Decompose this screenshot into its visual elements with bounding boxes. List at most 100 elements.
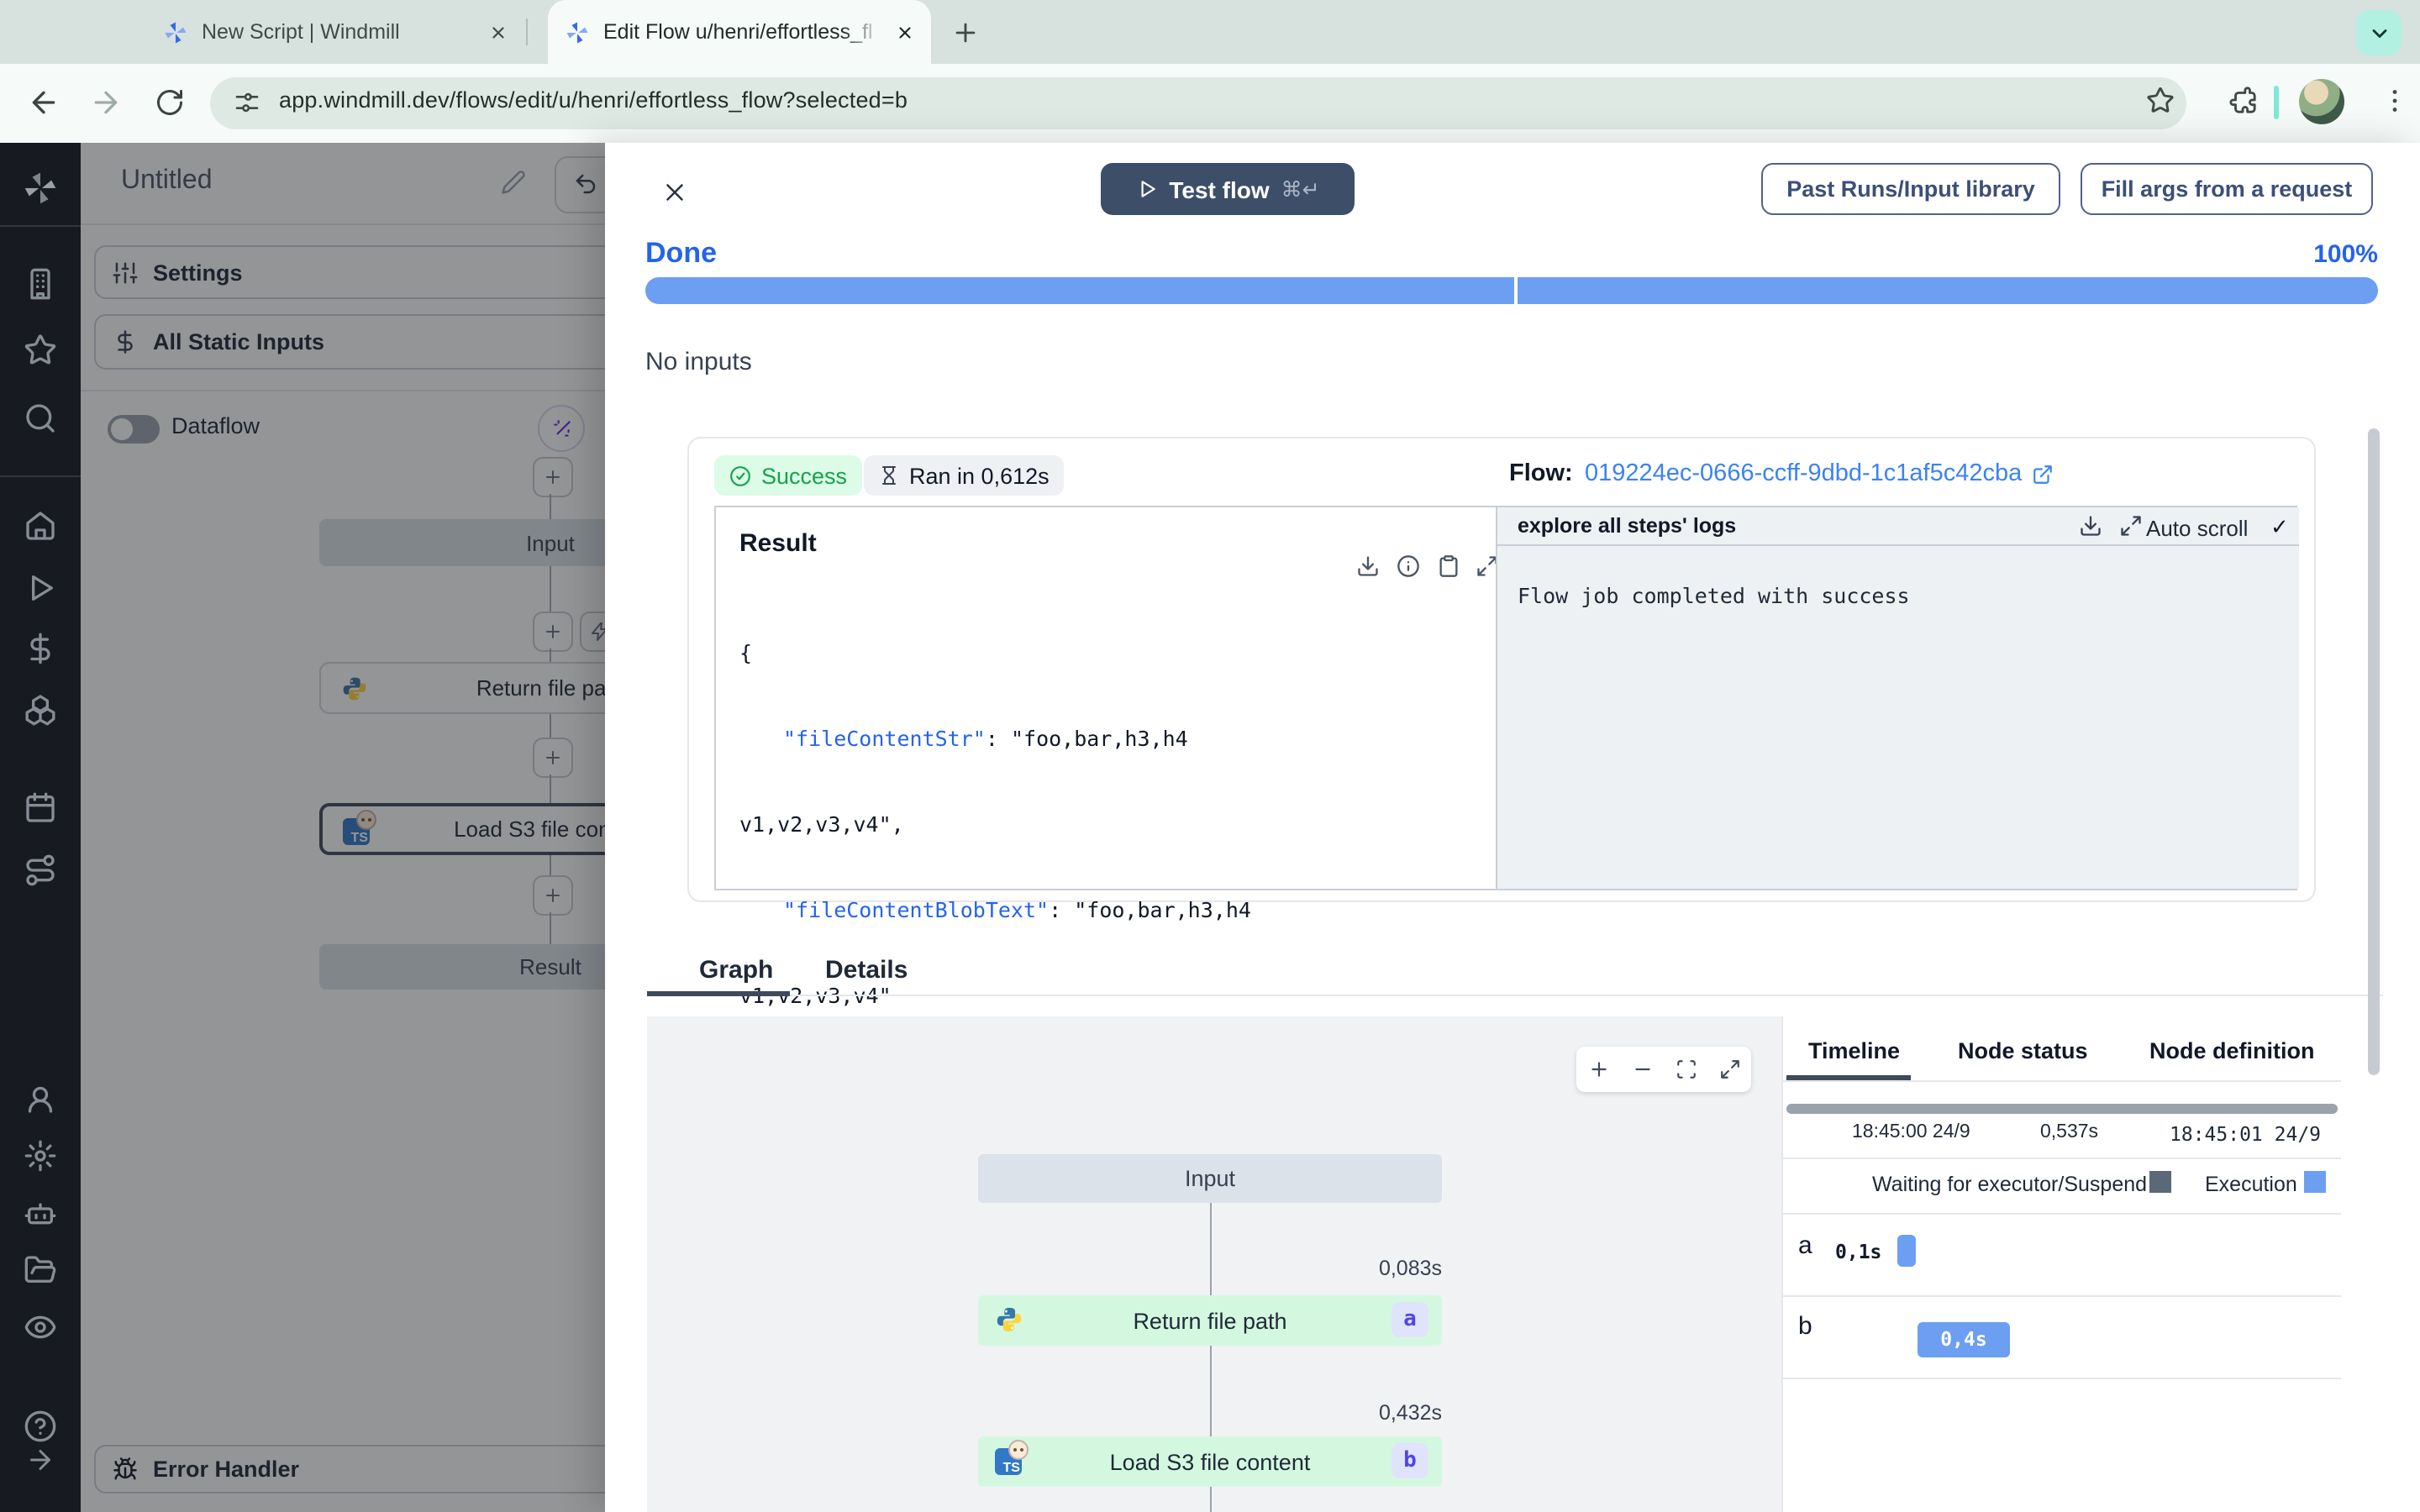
timeline-start: 18:45:00 24/9 bbox=[1852, 1122, 1970, 1142]
test-flow-button[interactable]: Test flow ⌘↵ bbox=[1101, 163, 1355, 215]
auto-scroll-check[interactable]: ✓ bbox=[2270, 514, 2289, 541]
sidebar-item-help[interactable] bbox=[24, 1410, 57, 1443]
hourglass-icon bbox=[882, 466, 896, 485]
check-circle-icon bbox=[730, 465, 750, 486]
result-pane: Result { "fileContentStr": "foo,bar,h3,h… bbox=[716, 507, 1497, 1094]
graph-node-b[interactable]: TS Load S3 file content b bbox=[978, 1436, 1442, 1487]
site-settings-icon[interactable] bbox=[234, 89, 260, 116]
divider bbox=[1783, 1158, 2341, 1159]
browser-tab-new-script[interactable]: New Script | Windmill bbox=[146, 0, 524, 64]
browser-tab-edit-flow[interactable]: Edit Flow u/henri/effortless_fl bbox=[548, 0, 931, 64]
fill-args-button[interactable]: Fill args from a request bbox=[2081, 163, 2373, 215]
modal-dim-overlay[interactable] bbox=[81, 143, 605, 1512]
browser-menu-icon[interactable] bbox=[2380, 86, 2410, 116]
windmill-logo-icon bbox=[165, 21, 187, 43]
log-text: Flow job completed with success bbox=[1518, 583, 1910, 608]
tab-node-definition[interactable]: Node definition bbox=[2149, 1038, 2315, 1063]
copy-clipboard-icon[interactable] bbox=[1437, 554, 1460, 578]
tab-timeline[interactable]: Timeline bbox=[1808, 1038, 1900, 1063]
sidebar-item-schedules[interactable] bbox=[24, 791, 57, 825]
profile-avatar[interactable] bbox=[2299, 79, 2344, 124]
past-runs-button[interactable]: Past Runs/Input library bbox=[1761, 163, 2060, 215]
drawer-scrollbar[interactable] bbox=[2368, 428, 2380, 1075]
sidebar-item-folders[interactable] bbox=[24, 1253, 57, 1287]
tab-title: Edit Flow u/henri/effortless_fl bbox=[603, 20, 882, 44]
reload-button[interactable] bbox=[155, 87, 185, 118]
sidebar-item-runs[interactable] bbox=[24, 571, 57, 605]
close-drawer-button[interactable] bbox=[660, 178, 689, 207]
tabs-rule bbox=[1783, 1080, 2341, 1082]
progress-bar bbox=[645, 277, 2378, 304]
typescript-bun-icon: TS bbox=[995, 1440, 1028, 1475]
fullscreen-icon[interactable] bbox=[1718, 1058, 1740, 1080]
divider bbox=[1783, 1295, 2341, 1297]
graph-node-input[interactable]: Input bbox=[978, 1154, 1442, 1203]
zoom-out-icon[interactable] bbox=[1631, 1058, 1653, 1080]
node-id-badge: b bbox=[1392, 1443, 1428, 1478]
node-label: Input bbox=[1184, 1166, 1236, 1191]
close-icon[interactable] bbox=[896, 23, 914, 41]
status-badge-label: Success bbox=[761, 463, 848, 488]
auto-scroll-label[interactable]: Auto scroll bbox=[2146, 516, 2248, 541]
toolbar-divider bbox=[2274, 86, 2279, 119]
flow-id-label: Flow: bbox=[1509, 460, 1573, 487]
no-inputs-text: No inputs bbox=[645, 348, 752, 376]
flow-graph-canvas[interactable]: Input 0,083s Return file path a 0,432s T… bbox=[647, 1016, 1781, 1512]
extensions-icon[interactable] bbox=[2228, 86, 2257, 114]
new-tab-button[interactable] bbox=[946, 13, 983, 50]
sidebar-item-triggers[interactable] bbox=[24, 853, 57, 887]
execution-bar bbox=[1897, 1235, 1916, 1267]
forward-button[interactable] bbox=[89, 86, 123, 119]
flow-id-link[interactable]: 019224ec-0666-ccff-9dbd-1c1af5c42cba bbox=[1585, 460, 2054, 487]
tab-details[interactable]: Details bbox=[825, 956, 908, 984]
node-label: Load S3 file content bbox=[1109, 1449, 1311, 1474]
row-label: b bbox=[1798, 1312, 1812, 1341]
duration-badge: Ran in 0,612s bbox=[864, 455, 1065, 496]
windmill-logo-icon[interactable] bbox=[22, 170, 59, 207]
tab-node-status[interactable]: Node status bbox=[1958, 1038, 2088, 1063]
sidebar-divider bbox=[0, 475, 81, 477]
windmill-app: Untitled Settings All Static Inputs Data… bbox=[0, 143, 2420, 1512]
back-button[interactable] bbox=[27, 86, 60, 119]
zoom-in-icon[interactable] bbox=[1587, 1058, 1609, 1080]
logs-pane: explore all steps' logs Auto scroll ✓ Fl… bbox=[1496, 507, 2299, 889]
fit-view-icon[interactable] bbox=[1675, 1058, 1697, 1080]
play-icon bbox=[1140, 181, 1155, 197]
sidebar-item-search[interactable] bbox=[24, 402, 57, 435]
browser-toolbar: app.windmill.dev/flows/edit/u/henri/effo… bbox=[0, 64, 2420, 144]
sidebar-item-favorites[interactable] bbox=[24, 333, 57, 366]
json-line: "fileContentBlobText": "foo,bar,h3,h4 bbox=[783, 897, 1251, 922]
status-text: Done bbox=[645, 237, 717, 269]
download-icon[interactable] bbox=[1356, 554, 1380, 578]
logs-header: explore all steps' logs Auto scroll ✓ bbox=[1497, 507, 2299, 546]
logs-header-title[interactable]: explore all steps' logs bbox=[1518, 514, 1736, 538]
close-icon[interactable] bbox=[489, 23, 508, 41]
sidebar-item-variables[interactable] bbox=[24, 632, 57, 665]
past-runs-label: Past Runs/Input library bbox=[1786, 176, 2035, 202]
legend-execution-label: Execution bbox=[2205, 1173, 2297, 1196]
sidebar-item-users[interactable] bbox=[24, 1082, 57, 1116]
url-text[interactable]: app.windmill.dev/flows/edit/u/henri/effo… bbox=[279, 87, 908, 113]
duration-badge-label: Ran in 0,612s bbox=[909, 463, 1050, 488]
sidebar-item-workers[interactable] bbox=[24, 1196, 57, 1230]
tab-search-button[interactable] bbox=[2356, 10, 2402, 55]
sidebar-item-audit-logs[interactable] bbox=[24, 1310, 57, 1344]
sidebar-item-home[interactable] bbox=[24, 509, 57, 543]
bookmark-star-icon[interactable] bbox=[2146, 86, 2175, 114]
graph-connector bbox=[1210, 1487, 1212, 1512]
sidebar-item-resources[interactable] bbox=[24, 692, 57, 726]
sidebar-item-workspace[interactable] bbox=[24, 267, 57, 301]
sidebar-expand-icon[interactable] bbox=[25, 1445, 55, 1475]
tab-separator bbox=[526, 18, 528, 45]
active-tab-underline bbox=[647, 991, 790, 996]
tab-graph[interactable]: Graph bbox=[699, 956, 773, 984]
info-icon[interactable] bbox=[1397, 554, 1420, 578]
row-duration: 0,4s bbox=[1940, 1327, 1987, 1351]
download-icon[interactable] bbox=[2079, 514, 2102, 538]
expand-icon[interactable] bbox=[2119, 514, 2143, 538]
graph-node-a[interactable]: Return file path a bbox=[978, 1295, 1442, 1346]
tabs-rule bbox=[647, 995, 2383, 996]
timeline-end: 18:45:01 24/9 bbox=[2170, 1122, 2322, 1146]
sidebar-item-settings[interactable] bbox=[24, 1139, 57, 1173]
divider bbox=[1783, 1378, 2341, 1379]
